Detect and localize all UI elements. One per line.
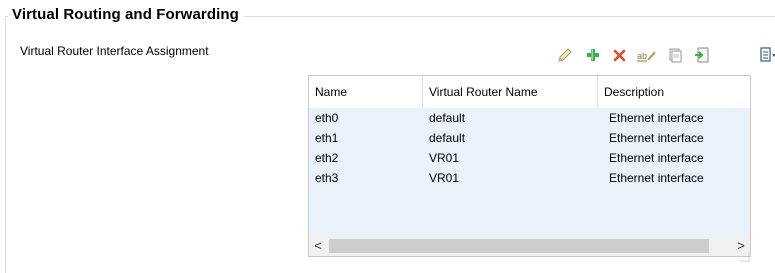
cell-description: Ethernet interface — [609, 171, 704, 185]
table-header: Name Virtual Router Name Description — [309, 76, 750, 108]
cell-virtual-router-name: VR01 — [429, 171, 460, 185]
table-row[interactable]: eth3 VR01 Ethernet interface — [309, 168, 750, 188]
cell-description: Ethernet interface — [609, 151, 704, 165]
cell-name: eth0 — [315, 111, 339, 125]
delete-icon[interactable] — [611, 46, 629, 64]
svg-text:ab: ab — [637, 51, 647, 61]
cell-name: eth3 — [315, 171, 339, 185]
table-row[interactable]: eth2 VR01 Ethernet interface — [309, 148, 750, 168]
table-row[interactable]: eth0 default Ethernet interface — [309, 108, 750, 128]
interface-table: Name Virtual Router Name Description eth… — [308, 75, 751, 257]
cell-name: eth1 — [315, 131, 339, 145]
rename-icon[interactable]: ab — [636, 46, 658, 64]
options-icon[interactable] — [759, 46, 775, 64]
import-icon[interactable] — [693, 46, 711, 64]
horizontal-scrollbar[interactable]: < > — [309, 236, 750, 256]
section-label: Virtual Router Interface Assignment — [20, 44, 209, 58]
copy-icon[interactable] — [666, 46, 684, 64]
resize-grip-icon[interactable] — [740, 249, 750, 262]
cell-virtual-router-name: default — [429, 111, 466, 125]
cell-description: Ethernet interface — [609, 111, 704, 125]
cell-virtual-router-name: VR01 — [429, 151, 460, 165]
add-icon[interactable] — [584, 46, 602, 64]
cell-virtual-router-name: default — [429, 131, 466, 145]
column-header-name[interactable]: Name — [309, 76, 423, 108]
table-row[interactable]: eth1 default Ethernet interface — [309, 128, 750, 148]
group-title: Virtual Routing and Forwarding — [8, 6, 244, 23]
column-header-description[interactable]: Description — [598, 76, 752, 108]
cell-description: Ethernet interface — [609, 131, 704, 145]
table-body: eth0 default Ethernet interface eth1 def… — [309, 108, 750, 236]
scroll-left-icon[interactable]: < — [309, 236, 327, 256]
scrollbar-thumb[interactable] — [329, 239, 709, 253]
edit-icon[interactable] — [556, 46, 574, 64]
column-header-virtual-router-name[interactable]: Virtual Router Name — [423, 76, 598, 108]
cell-name: eth2 — [315, 151, 339, 165]
